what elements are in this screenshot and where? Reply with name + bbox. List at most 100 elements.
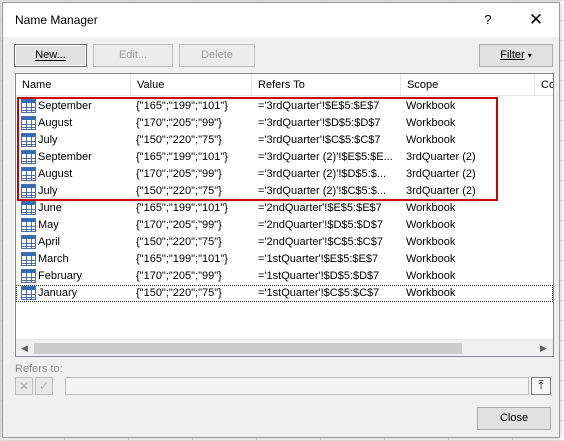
collapse-dialog-icon[interactable]: ⤒ [531, 377, 551, 395]
row-value: {"170";"205";"99"} [136, 117, 222, 129]
column-header-refers-to[interactable]: Refers To [252, 74, 401, 96]
row-value: {"150";"220";"75"} [136, 134, 222, 146]
row-refers-to: ='3rdQuarter (2)'!$E$5:$E... [258, 151, 393, 163]
table-row[interactable]: September {"165";"199";"101"} ='3rdQuarter… [16, 149, 553, 166]
scroll-right-icon[interactable]: ▶ [535, 340, 552, 356]
row-scope: Workbook [406, 202, 456, 214]
row-value: {"165";"199";"101"} [136, 100, 228, 112]
filter-dropdown-button[interactable]: Filter ▾ [479, 44, 553, 67]
row-name: July [38, 185, 58, 197]
dialog-titlebar: Name Manager ? ✕ [3, 3, 559, 37]
row-name: September [38, 100, 92, 112]
row-name: May [38, 219, 59, 231]
row-value: {"165";"199";"101"} [136, 202, 228, 214]
named-range-icon [21, 235, 36, 249]
row-refers-to: ='1stQuarter'!$D$5:$D$7 [258, 270, 380, 282]
edit-button[interactable]: Edit... [93, 44, 173, 67]
row-scope: Workbook [406, 236, 456, 248]
dropdown-arrow-icon: ▾ [527, 51, 532, 60]
table-row[interactable]: July {"150";"220";"75"} ='3rdQuarter (2)'!… [16, 183, 553, 200]
row-value: {"165";"199";"101"} [136, 151, 228, 163]
row-refers-to: ='3rdQuarter (2)'!$D$5:$... [258, 168, 387, 180]
row-scope: 3rdQuarter (2) [406, 185, 476, 197]
row-refers-to: ='3rdQuarter'!$E$5:$E$7 [258, 100, 380, 112]
new-button[interactable]: New... [14, 44, 87, 67]
named-range-icon [21, 252, 36, 266]
confirm-edit-icon[interactable]: ✓ [35, 377, 53, 395]
row-refers-to: ='1stQuarter'!$E$5:$E$7 [258, 253, 379, 265]
row-name: April [38, 236, 61, 248]
delete-button-label: Delete [201, 49, 233, 61]
row-scope: Workbook [406, 100, 456, 112]
help-icon[interactable]: ? [473, 8, 503, 32]
row-name: August [38, 168, 73, 180]
row-scope: Workbook [406, 219, 456, 231]
row-scope: Workbook [406, 270, 456, 282]
row-name: January [38, 287, 78, 299]
names-list[interactable]: Name Value Refers To Scope Comment Septe… [15, 73, 554, 357]
row-value: {"150";"220";"75"} [136, 287, 222, 299]
row-scope: Workbook [406, 253, 456, 265]
close-icon[interactable]: ✕ [519, 8, 553, 32]
refers-to-label: Refers to: [15, 363, 63, 375]
table-row[interactable]: June {"165";"199";"101"} ='2ndQuarter'!$E$… [16, 200, 553, 217]
name-manager-dialog: Name Manager ? ✕ New... Edit... Delete F… [2, 2, 560, 438]
column-header-value[interactable]: Value [131, 74, 252, 96]
row-scope: 3rdQuarter (2) [406, 168, 476, 180]
table-row[interactable]: January {"150";"220";"75"} ='1stQuarter'!$… [16, 285, 553, 302]
table-row[interactable]: August {"170";"205";"99"} ='3rdQuarter'!$D… [16, 115, 553, 132]
refers-to-input[interactable] [65, 377, 529, 395]
filter-button-label: Filter [500, 49, 525, 61]
row-refers-to: ='1stQuarter'!$C$5:$C$7 [258, 287, 380, 299]
row-value: {"170";"205";"99"} [136, 219, 222, 231]
list-header: Name Value Refers To Scope Comment [16, 74, 553, 96]
named-range-icon [21, 99, 36, 113]
row-value: {"170";"205";"99"} [136, 270, 222, 282]
table-row[interactable]: July {"150";"220";"75"} ='3rdQuarter'!$C$5… [16, 132, 553, 149]
row-value: {"165";"199";"101"} [136, 253, 228, 265]
row-name: February [38, 270, 83, 282]
row-scope: Workbook [406, 134, 456, 146]
row-scope: Workbook [406, 117, 456, 129]
column-header-comment[interactable]: Comment [535, 74, 553, 96]
row-value: {"170";"205";"99"} [136, 168, 222, 180]
named-range-icon [21, 133, 36, 147]
horizontal-scrollbar[interactable]: ◀ ▶ [16, 339, 553, 356]
row-scope: Workbook [406, 287, 456, 299]
named-range-icon [21, 184, 36, 198]
edit-button-label: Edit... [118, 49, 148, 61]
row-scope: 3rdQuarter (2) [406, 151, 476, 163]
row-name: September [38, 151, 92, 163]
row-refers-to: ='3rdQuarter'!$C$5:$C$7 [258, 134, 381, 146]
named-range-icon [21, 201, 36, 215]
column-header-scope[interactable]: Scope [401, 74, 535, 96]
named-range-icon [21, 167, 36, 181]
table-row[interactable]: September {"165";"199";"101"} ='3rdQuarter… [16, 98, 553, 115]
scrollbar-thumb[interactable] [34, 343, 462, 354]
row-name: August [38, 117, 73, 129]
scroll-left-icon[interactable]: ◀ [16, 340, 33, 356]
cancel-edit-icon[interactable]: ✕ [15, 377, 33, 395]
named-range-icon [21, 116, 36, 130]
table-row[interactable]: March {"165";"199";"101"} ='1stQuarter'!$E… [16, 251, 553, 268]
row-value: {"150";"220";"75"} [136, 185, 222, 197]
delete-button[interactable]: Delete [179, 44, 255, 67]
close-button[interactable]: Close [477, 407, 551, 430]
table-row[interactable]: February {"170";"205";"99"} ='1stQuarter'!… [16, 268, 553, 285]
table-row[interactable]: May {"170";"205";"99"} ='2ndQuarter'!$D$5:… [16, 217, 553, 234]
row-refers-to: ='3rdQuarter (2)'!$C$5:$... [258, 185, 387, 197]
row-refers-to: ='2ndQuarter'!$E$5:$E$7 [258, 202, 382, 214]
column-header-name[interactable]: Name [16, 74, 131, 96]
row-refers-to: ='2ndQuarter'!$D$5:$D$7 [258, 219, 383, 231]
row-refers-to: ='3rdQuarter'!$D$5:$D$7 [258, 117, 381, 129]
row-name: June [38, 202, 62, 214]
named-range-icon [21, 150, 36, 164]
table-row[interactable]: August {"170";"205";"99"} ='3rdQuarter (2)… [16, 166, 553, 183]
new-button-label: New... [35, 49, 66, 61]
row-value: {"150";"220";"75"} [136, 236, 222, 248]
row-name: July [38, 134, 58, 146]
row-refers-to: ='2ndQuarter'!$C$5:$C$7 [258, 236, 383, 248]
table-row[interactable]: April {"150";"220";"75"} ='2ndQuarter'!$C$… [16, 234, 553, 251]
named-range-icon [21, 269, 36, 283]
close-button-label: Close [499, 412, 529, 424]
